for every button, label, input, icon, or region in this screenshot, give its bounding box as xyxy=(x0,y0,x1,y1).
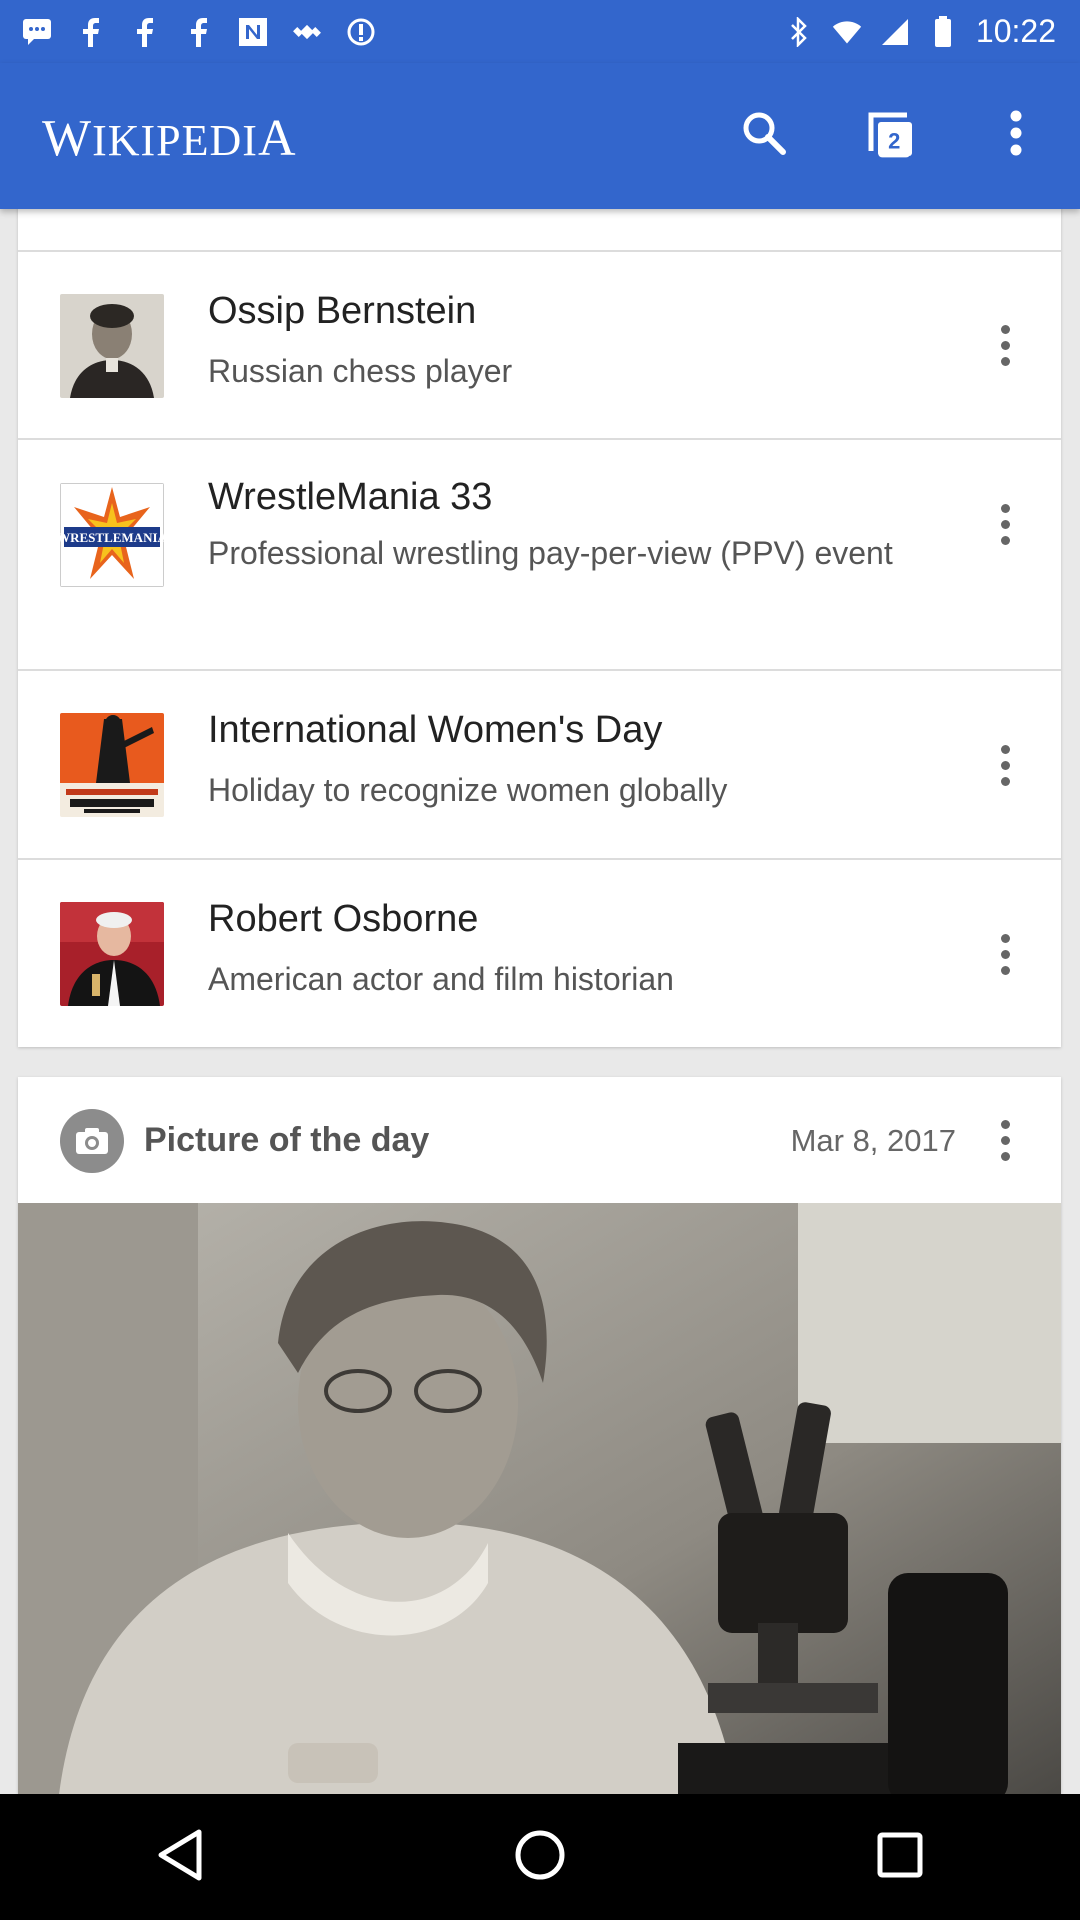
item-overflow-button[interactable] xyxy=(985,494,1025,554)
search-icon xyxy=(740,109,788,162)
overflow-dot xyxy=(1000,1135,1010,1145)
item-description: Professional wrestling pay-per-view (PPV… xyxy=(208,535,893,571)
picture-of-the-day-image[interactable] xyxy=(18,1203,1061,1794)
item-thumbnail: WRESTLEMANIA xyxy=(60,483,164,587)
overflow-dot xyxy=(1000,744,1010,754)
app-bar: WIKIPEDIA 2 xyxy=(0,63,1080,209)
facebook-icon xyxy=(184,17,214,47)
tabs-icon: 2 xyxy=(863,107,919,163)
list-item[interactable]: WRESTLEMANIA WrestleMania 33 Professiona… xyxy=(18,440,1061,671)
card-overflow-button[interactable] xyxy=(985,1110,1025,1170)
item-description: Holiday to recognize women globally xyxy=(208,772,728,808)
gps-icon xyxy=(292,17,322,47)
more-options-button[interactable] xyxy=(980,99,1052,171)
overflow-dot xyxy=(1000,933,1010,943)
overflow-dot xyxy=(1000,965,1010,975)
overflow-dot xyxy=(1000,340,1010,350)
overflow-dot xyxy=(1000,519,1010,529)
item-thumbnail xyxy=(60,294,164,398)
wifi-icon xyxy=(832,17,862,47)
feed-list-card: Ossip Bernstein Russian chess player WRE… xyxy=(18,200,1061,1047)
item-thumbnail xyxy=(60,713,164,817)
overflow-dot xyxy=(1000,356,1010,366)
overflow-dot xyxy=(1000,324,1010,334)
status-bar: 10:22 xyxy=(0,0,1080,63)
list-item[interactable]: Ossip Bernstein Russian chess player xyxy=(18,252,1061,440)
logo-middle: IKIPEDI xyxy=(92,116,258,165)
cell-signal-icon xyxy=(880,17,910,47)
card-title: Picture of the day xyxy=(144,1121,430,1159)
item-title: International Women's Day xyxy=(208,709,663,751)
data-saver-icon xyxy=(346,17,376,47)
battery-icon xyxy=(928,15,958,47)
card-date: Mar 8, 2017 xyxy=(790,1123,956,1158)
system-icons: 10:22 xyxy=(784,13,1080,50)
tab-count-badge: 2 xyxy=(878,125,911,158)
camera-icon xyxy=(60,1109,124,1173)
facebook-icon xyxy=(130,17,160,47)
back-button[interactable] xyxy=(135,1812,225,1902)
notification-icons xyxy=(0,17,376,47)
navigation-bar xyxy=(0,1794,1080,1920)
overflow-dot xyxy=(1000,760,1010,770)
overflow-dot xyxy=(1000,1119,1010,1129)
item-title: WrestleMania 33 xyxy=(208,476,493,518)
item-overflow-button[interactable] xyxy=(985,315,1025,375)
recents-icon xyxy=(875,1830,925,1885)
clock: 10:22 xyxy=(975,13,1056,49)
list-item[interactable]: Robert Osborne American actor and film h… xyxy=(18,860,1061,1047)
home-icon xyxy=(513,1828,567,1887)
overflow-dot xyxy=(1000,949,1010,959)
facebook-icon xyxy=(76,17,106,47)
more-vertical-icon xyxy=(1008,109,1024,162)
bluetooth-icon xyxy=(784,16,814,47)
news-icon xyxy=(238,17,268,47)
picture-of-the-day-card[interactable]: Picture of the day Mar 8, 2017 xyxy=(18,1077,1061,1794)
item-description: Russian chess player xyxy=(208,353,513,389)
item-thumbnail xyxy=(60,902,164,1006)
item-overflow-button[interactable] xyxy=(985,735,1025,795)
item-title: Robert Osborne xyxy=(208,898,479,940)
wikipedia-logo[interactable]: WIKIPEDIA xyxy=(42,109,297,168)
tabs-button[interactable]: 2 xyxy=(855,99,927,171)
item-title: Ossip Bernstein xyxy=(208,290,477,332)
item-description: American actor and film historian xyxy=(208,961,674,997)
logo-last-letter: A xyxy=(257,110,297,167)
back-icon xyxy=(155,1828,205,1887)
wrestlemania-logo: WRESTLEMANIA xyxy=(60,530,164,545)
recents-button[interactable] xyxy=(855,1812,945,1902)
home-button[interactable] xyxy=(495,1812,585,1902)
item-overflow-button[interactable] xyxy=(985,924,1025,984)
card-header: Picture of the day Mar 8, 2017 xyxy=(18,1077,1061,1203)
logo-first-letter: W xyxy=(42,110,93,167)
chat-icon xyxy=(22,17,52,47)
overflow-dot xyxy=(1000,1151,1010,1161)
list-item[interactable]: International Women's Day Holiday to rec… xyxy=(18,671,1061,860)
overflow-dot xyxy=(1000,535,1010,545)
search-button[interactable] xyxy=(728,99,800,171)
overflow-dot xyxy=(1000,776,1010,786)
overflow-dot xyxy=(1000,503,1010,513)
